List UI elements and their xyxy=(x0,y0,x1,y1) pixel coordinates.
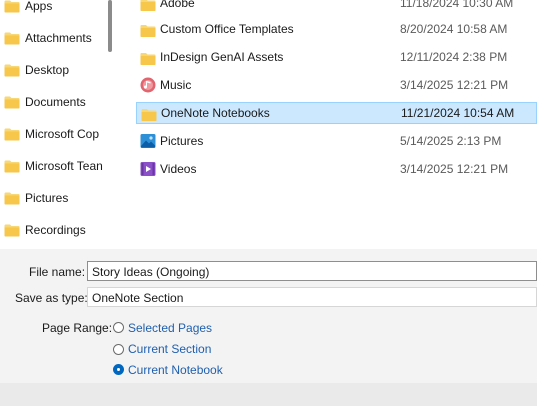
file-list: Adobe 11/18/2024 10:30 AM Custom Office … xyxy=(120,0,537,249)
nav-item-pictures[interactable]: Pictures xyxy=(0,186,104,210)
file-date: 8/20/2024 10:58 AM xyxy=(400,22,508,36)
file-date: 3/14/2025 12:21 PM xyxy=(400,78,509,92)
file-row-videos[interactable]: Videos 3/14/2025 12:21 PM xyxy=(136,158,537,180)
folder-icon xyxy=(140,23,156,39)
save-as-type-label: Save as type: xyxy=(15,291,88,305)
file-browser: Apps Attachments Desktop Documents Micro… xyxy=(0,0,537,249)
pictures-icon xyxy=(140,134,156,148)
nav-item-label: Attachments xyxy=(25,31,92,45)
file-name: Adobe xyxy=(160,0,195,10)
nav-item-documents[interactable]: Documents xyxy=(0,90,104,114)
file-row-custom-office-templates[interactable]: Custom Office Templates 8/20/2024 10:58 … xyxy=(136,18,537,40)
nav-item-recordings[interactable]: Recordings xyxy=(0,218,104,242)
selected-pages-option-label[interactable]: Selected Pages xyxy=(128,321,212,335)
selected-pages-radio[interactable] xyxy=(113,322,124,333)
videos-icon xyxy=(140,162,156,176)
folder-icon xyxy=(4,0,20,13)
nav-item-apps[interactable]: Apps xyxy=(0,0,104,18)
nav-item-label: Desktop xyxy=(25,63,70,77)
file-row-music[interactable]: Music 3/14/2025 12:21 PM xyxy=(136,74,537,96)
file-row-onenote-notebooks[interactable]: OneNote Notebooks 11/21/2024 10:54 AM xyxy=(136,102,537,124)
page-range-label: Page Range: xyxy=(42,321,113,335)
file-name: OneNote Notebooks xyxy=(161,106,270,120)
file-name: Music xyxy=(160,78,192,92)
nav-item-label: Apps xyxy=(25,0,53,13)
file-name: InDesign GenAI Assets xyxy=(160,50,284,64)
file-name: Videos xyxy=(160,162,197,176)
nav-scrollbar-thumb[interactable] xyxy=(108,0,112,52)
folder-icon xyxy=(4,96,20,109)
file-name: Custom Office Templates xyxy=(160,22,294,36)
save-as-type-select[interactable]: OneNote Section xyxy=(87,287,537,307)
folder-icon xyxy=(140,0,156,13)
nav-item-label: Pictures xyxy=(25,191,69,205)
file-date: 3/14/2025 12:21 PM xyxy=(400,162,509,176)
file-name-input[interactable]: Story Ideas (Ongoing) xyxy=(87,261,537,281)
file-date: 12/11/2024 2:38 PM xyxy=(400,50,508,64)
music-icon xyxy=(140,77,156,93)
folder-icon xyxy=(4,64,20,77)
file-date: 5/14/2025 2:13 PM xyxy=(400,134,502,148)
file-row-pictures[interactable]: Pictures 5/14/2025 2:13 PM xyxy=(136,130,537,152)
file-name-label: File name: xyxy=(29,265,86,279)
nav-item-label: Microsoft Tean xyxy=(25,159,103,173)
navigation-pane: Apps Attachments Desktop Documents Micro… xyxy=(0,0,120,249)
nav-item-microsoft-copilot[interactable]: Microsoft Cop xyxy=(0,122,104,146)
file-date: 11/18/2024 10:30 AM xyxy=(400,0,514,10)
folder-icon xyxy=(141,107,157,123)
current-section-option-label[interactable]: Current Section xyxy=(128,342,211,356)
nav-item-microsoft-teams[interactable]: Microsoft Tean xyxy=(0,154,104,178)
folder-icon xyxy=(4,128,20,141)
nav-item-attachments[interactable]: Attachments xyxy=(0,26,104,50)
file-row-indesign-genai-assets[interactable]: InDesign GenAI Assets 12/11/2024 2:38 PM xyxy=(136,46,537,68)
folder-icon xyxy=(4,160,20,173)
current-section-radio[interactable] xyxy=(113,344,124,355)
current-notebook-option-label[interactable]: Current Notebook xyxy=(128,363,223,377)
folder-icon xyxy=(4,32,20,45)
file-date: 11/21/2024 10:54 AM xyxy=(401,106,515,120)
dialog-footer xyxy=(0,383,537,406)
file-row-adobe[interactable]: Adobe 11/18/2024 10:30 AM xyxy=(136,0,537,14)
folder-icon xyxy=(140,51,156,67)
nav-item-label: Recordings xyxy=(25,223,86,237)
nav-item-label: Documents xyxy=(25,95,86,109)
nav-item-label: Microsoft Cop xyxy=(25,127,100,141)
current-notebook-radio[interactable] xyxy=(113,364,124,375)
folder-icon xyxy=(4,192,20,205)
folder-icon xyxy=(4,224,20,237)
file-name: Pictures xyxy=(160,134,204,148)
nav-item-desktop[interactable]: Desktop xyxy=(0,58,104,82)
